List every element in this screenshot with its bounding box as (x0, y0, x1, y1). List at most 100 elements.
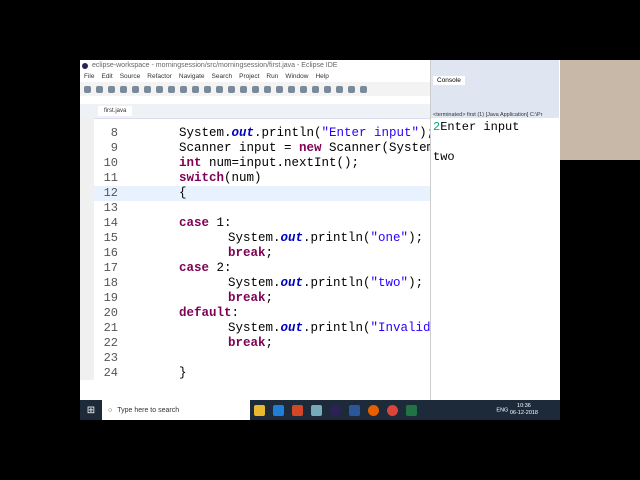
line-number: 17 (103, 261, 118, 275)
menu-edit[interactable]: Edit (101, 72, 112, 82)
date: 06-12-2018 (509, 410, 538, 416)
toolbar-button-icon[interactable] (228, 85, 235, 93)
toolbar-button-icon[interactable] (336, 85, 343, 93)
toolbar-button-icon[interactable] (180, 85, 187, 93)
toolbar-button-icon[interactable] (300, 85, 307, 93)
tab-console[interactable]: Console (433, 76, 465, 85)
code-line[interactable]: 18 System.out.println("two"); (94, 276, 430, 291)
toolbar-button-icon[interactable] (204, 85, 211, 93)
search-icon: ○ (108, 406, 113, 414)
toolbar-button-icon[interactable] (144, 85, 151, 93)
language-indicator[interactable]: ENG (496, 407, 508, 413)
code-line[interactable]: 19 break; (94, 291, 430, 306)
code-editor[interactable]: 8 System.out.println("Enter input"); 9 Scan… (94, 118, 472, 381)
edge-icon[interactable] (273, 404, 284, 416)
line-number: 14 (103, 216, 118, 230)
code-line[interactable]: 22 break; (94, 336, 430, 351)
editor-gutter (80, 118, 94, 380)
toolbar-button-icon[interactable] (216, 85, 223, 93)
search-placeholder: Type here to search (117, 406, 180, 414)
line-number: 13 (103, 201, 118, 215)
line-number: 20 (103, 306, 118, 320)
toolbar-button-icon[interactable] (132, 85, 139, 93)
word-icon[interactable] (349, 404, 360, 416)
console-line[interactable]: 2Enter input (433, 120, 519, 134)
console-output: two (433, 150, 455, 164)
eclipse-window: eclipse-workspace - morningsession/src/m… (80, 60, 472, 400)
code-text: switch(num) (179, 171, 262, 185)
webcam-overlay (560, 60, 640, 160)
menu-search[interactable]: Search (212, 72, 233, 82)
toolbar-button-icon[interactable] (96, 85, 103, 93)
toolbar-button-icon[interactable] (84, 85, 91, 93)
line-number: 22 (103, 336, 118, 350)
menu-help[interactable]: Help (315, 72, 328, 82)
console-toolbar (431, 60, 559, 118)
menu-navigate[interactable]: Navigate (179, 72, 205, 82)
menu-source[interactable]: Source (120, 72, 141, 82)
code-line[interactable]: 13 (94, 201, 430, 216)
menu-bar: File Edit Source Refactor Navigate Search Proj… (80, 72, 430, 82)
code-line[interactable]: 8 System.out.println("Enter input"); (94, 126, 434, 141)
toolbar-button-icon[interactable] (192, 85, 199, 93)
eclipse-taskbar-icon[interactable] (330, 404, 341, 416)
toolbar-button-icon[interactable] (168, 85, 175, 93)
chrome-icon[interactable] (387, 404, 398, 416)
editor-tabs: first.java (80, 104, 430, 119)
code-line[interactable]: 23 (94, 351, 430, 366)
toolbar-button-icon[interactable] (288, 85, 295, 93)
menu-refactor[interactable]: Refactor (147, 72, 172, 82)
line-number: 19 (103, 291, 118, 305)
code-text: break; (228, 246, 274, 260)
menu-file[interactable]: File (84, 72, 94, 82)
code-text: case 1: (179, 216, 232, 230)
code-line[interactable]: 15 System.out.println("one"); (94, 231, 430, 246)
app-icon[interactable] (311, 404, 322, 416)
code-text: default: (179, 306, 240, 320)
code-line[interactable]: 24} (94, 366, 430, 381)
firefox-icon[interactable] (368, 404, 379, 416)
console-prompt: Enter input (440, 120, 520, 134)
toolbar-button-icon[interactable] (276, 85, 283, 93)
code-line[interactable]: 16 break; (94, 246, 430, 261)
code-text: { (179, 186, 187, 200)
toolbar-button-icon[interactable] (108, 85, 115, 93)
code-line[interactable]: 17 case 2: (94, 261, 430, 276)
code-text: break; (228, 336, 274, 350)
title-bar: eclipse-workspace - morningsession/src/m… (80, 60, 430, 72)
code-line[interactable]: 21 System.out.println("Invalid"); (94, 321, 453, 336)
code-text: int num=input.nextInt(); (179, 156, 360, 170)
toolbar-button-icon[interactable] (240, 85, 247, 93)
toolbar-button-icon[interactable] (252, 85, 259, 93)
windows-start-icon[interactable]: ⊞ (80, 405, 102, 416)
code-line[interactable]: 11 switch(num) (94, 171, 430, 186)
toolbar-button-icon[interactable] (312, 85, 319, 93)
console-window: Console <terminated> first (1) [Java App… (430, 60, 559, 400)
toolbar (80, 82, 430, 96)
toolbar-button-icon[interactable] (360, 85, 367, 93)
menu-run[interactable]: Run (266, 72, 278, 82)
toolbar-button-icon[interactable] (156, 85, 163, 93)
code-line[interactable]: 20 default: (94, 306, 430, 321)
taskbar-search[interactable]: ○ Type here to search (102, 400, 250, 420)
line-number: 12 (103, 186, 118, 200)
menu-window[interactable]: Window (285, 72, 308, 82)
line-number: 21 (103, 321, 118, 335)
powerpoint-icon[interactable] (292, 404, 303, 416)
excel-icon[interactable] (406, 404, 417, 416)
toolbar-button-icon[interactable] (324, 85, 331, 93)
code-line[interactable]: 12 { (94, 186, 430, 201)
toolbar-button-icon[interactable] (348, 85, 355, 93)
time: 10:36 (517, 403, 531, 409)
menu-project[interactable]: Project (239, 72, 259, 82)
code-line[interactable]: 10 int num=input.nextInt(); (94, 156, 430, 171)
toolbar-button-icon[interactable] (120, 85, 127, 93)
clock[interactable]: 10:36 06-12-2018 (510, 403, 538, 417)
code-line[interactable]: 9 Scanner input = new Scanner(System.in); (94, 141, 472, 156)
file-explorer-icon[interactable] (254, 404, 265, 416)
tab-first-java[interactable]: first.java (98, 106, 133, 116)
line-number: 18 (103, 276, 118, 290)
code-line[interactable]: 14 case 1: (94, 216, 430, 231)
toolbar-button-icon[interactable] (264, 85, 271, 93)
console-status: <terminated> first (1) [Java Application… (433, 112, 543, 118)
